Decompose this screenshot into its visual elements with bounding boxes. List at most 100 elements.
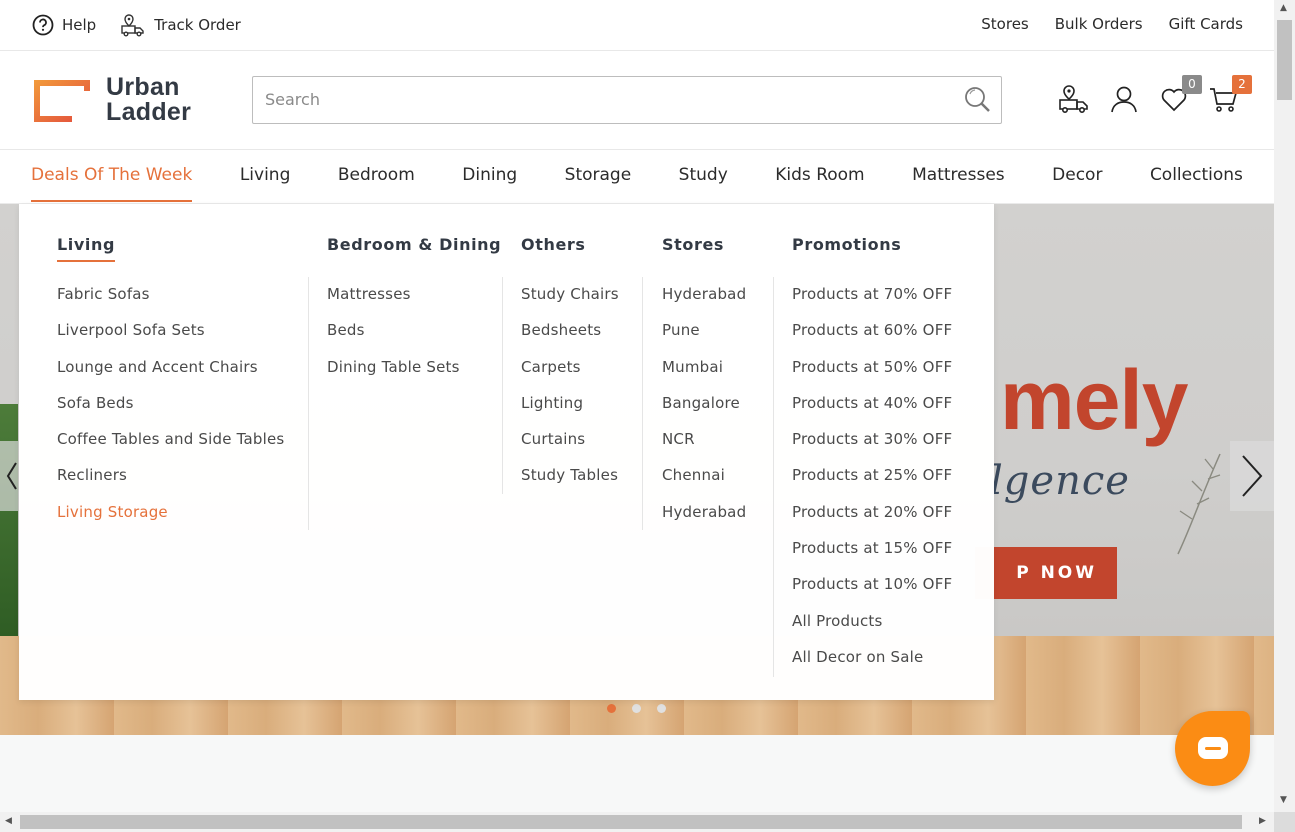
carousel-dots [607,704,666,713]
scroll-up-icon[interactable]: ▲ [1280,3,1287,13]
column-divider [502,277,503,494]
mega-link[interactable]: Products at 70% OFF [792,284,952,320]
mega-link[interactable]: Beds [327,320,460,356]
account-button[interactable] [1108,83,1140,115]
mega-menu-dropdown: Living Fabric Sofas Liverpool Sofa Sets … [19,204,994,700]
hero-next-button[interactable] [1230,441,1274,511]
track-order-button[interactable] [1058,83,1090,115]
nav-collections[interactable]: Collections [1150,150,1243,203]
mega-link[interactable]: Products at 30% OFF [792,429,952,465]
mega-link-highlighted[interactable]: Living Storage [57,502,284,538]
mega-link[interactable]: Products at 25% OFF [792,465,952,501]
carousel-dot[interactable] [632,704,641,713]
scrollbar-corner [1274,812,1295,832]
mega-link[interactable]: Liverpool Sofa Sets [57,320,284,356]
nav-dining[interactable]: Dining [462,150,517,203]
chat-button[interactable] [1175,711,1250,786]
mega-link[interactable]: Chennai [662,465,746,501]
carousel-dot[interactable] [607,704,616,713]
track-order-link[interactable]: Track Order [120,12,241,38]
shop-now-button[interactable]: P NOW [975,547,1117,599]
bulk-orders-link[interactable]: Bulk Orders [1055,15,1143,33]
horizontal-scrollbar[interactable]: ◀ ▶ [0,812,1274,832]
mega-link[interactable]: Bedsheets [521,320,619,356]
stores-link[interactable]: Stores [981,15,1028,33]
mega-link[interactable]: Study Chairs [521,284,619,320]
nav-bedroom[interactable]: Bedroom [338,150,415,203]
mega-link[interactable]: Recliners [57,465,284,501]
mega-link[interactable]: All Decor on Sale [792,647,952,683]
mega-link[interactable]: Carpets [521,357,619,393]
mega-link[interactable]: Coffee Tables and Side Tables [57,429,284,465]
search-input[interactable] [253,77,957,121]
mega-link[interactable]: Products at 15% OFF [792,538,952,574]
mega-link[interactable]: Study Tables [521,465,619,501]
scroll-down-icon[interactable]: ▼ [1280,795,1287,805]
nav-deals-of-the-week[interactable]: Deals Of The Week [31,150,193,203]
mega-link[interactable]: Pune [662,320,746,356]
cart-count-badge: 2 [1232,75,1252,94]
category-nav: Deals Of The Week Living Bedroom Dining … [0,150,1274,204]
mega-heading-stores[interactable]: Stores [662,235,724,254]
logo-mark-icon [34,80,90,122]
urban-ladder-logo[interactable]: Urban Ladder [32,75,191,125]
scroll-left-icon[interactable]: ◀ [5,816,12,826]
gift-cards-link[interactable]: Gift Cards [1169,15,1243,33]
mega-link[interactable]: Products at 60% OFF [792,320,952,356]
chat-bubble-icon [1198,737,1228,759]
mega-link[interactable]: Products at 20% OFF [792,502,952,538]
nav-storage[interactable]: Storage [565,150,632,203]
mega-link[interactable]: Products at 10% OFF [792,574,952,610]
nav-living[interactable]: Living [240,150,291,203]
nav-decor[interactable]: Decor [1052,150,1102,203]
mega-link[interactable]: Hyderabad [662,502,746,538]
nav-kids-room[interactable]: Kids Room [775,150,864,203]
chevron-left-icon [6,462,17,490]
mega-heading-promotions[interactable]: Promotions [792,235,901,254]
mega-link[interactable]: Lighting [521,393,619,429]
site-header: Urban Ladder Search 0 2 [0,51,1274,150]
mega-link[interactable]: Products at 40% OFF [792,393,952,429]
hero-headline: mely [1000,353,1188,447]
track-order-label: Track Order [154,16,241,34]
mega-heading-living[interactable]: Living [57,235,116,262]
nav-study[interactable]: Study [679,150,728,203]
mega-link[interactable]: Fabric Sofas [57,284,284,320]
chevron-right-icon [1242,455,1263,497]
mega-link[interactable]: Mumbai [662,357,746,393]
hero-subline: lgence [990,458,1130,504]
carousel-dot[interactable] [657,704,666,713]
help-icon [32,14,54,36]
mega-link[interactable]: Curtains [521,429,619,465]
delivery-truck-icon [1059,85,1088,113]
vertical-scroll-thumb[interactable] [1277,20,1292,100]
branch-decoration-icon [1177,453,1221,555]
mega-link[interactable]: Lounge and Accent Chairs [57,357,284,393]
search-icon[interactable] [961,83,995,117]
page: Help Track Order Stores Bulk Orders Gift… [0,0,1274,812]
mega-link[interactable]: Sofa Beds [57,393,284,429]
vertical-scrollbar[interactable]: ▲ ▼ [1274,0,1295,812]
column-divider [773,277,774,677]
search-box [252,76,1002,124]
hero-prev-button[interactable] [0,441,18,511]
mega-link[interactable]: Hyderabad [662,284,746,320]
mega-link[interactable]: All Products [792,611,952,647]
mega-link[interactable]: Dining Table Sets [327,357,460,393]
mega-link[interactable]: Bangalore [662,393,746,429]
mega-heading-others[interactable]: Others [521,235,586,254]
help-label: Help [62,16,97,34]
mega-link[interactable]: Products at 50% OFF [792,357,952,393]
mega-link[interactable]: NCR [662,429,746,465]
help-link[interactable]: Help [32,14,96,36]
nav-mattresses[interactable]: Mattresses [912,150,1005,203]
scroll-right-icon[interactable]: ▶ [1259,816,1266,826]
cart-button[interactable]: 2 [1208,75,1252,115]
utility-bar: Help Track Order Stores Bulk Orders Gift… [0,0,1274,51]
wishlist-button[interactable]: 0 [1158,75,1202,115]
column-divider [308,277,309,530]
horizontal-scroll-thumb[interactable] [20,815,1242,829]
mega-heading-bedroom-dining[interactable]: Bedroom & Dining [327,235,501,254]
mega-link[interactable]: Mattresses [327,284,460,320]
delivery-truck-icon [121,14,144,37]
